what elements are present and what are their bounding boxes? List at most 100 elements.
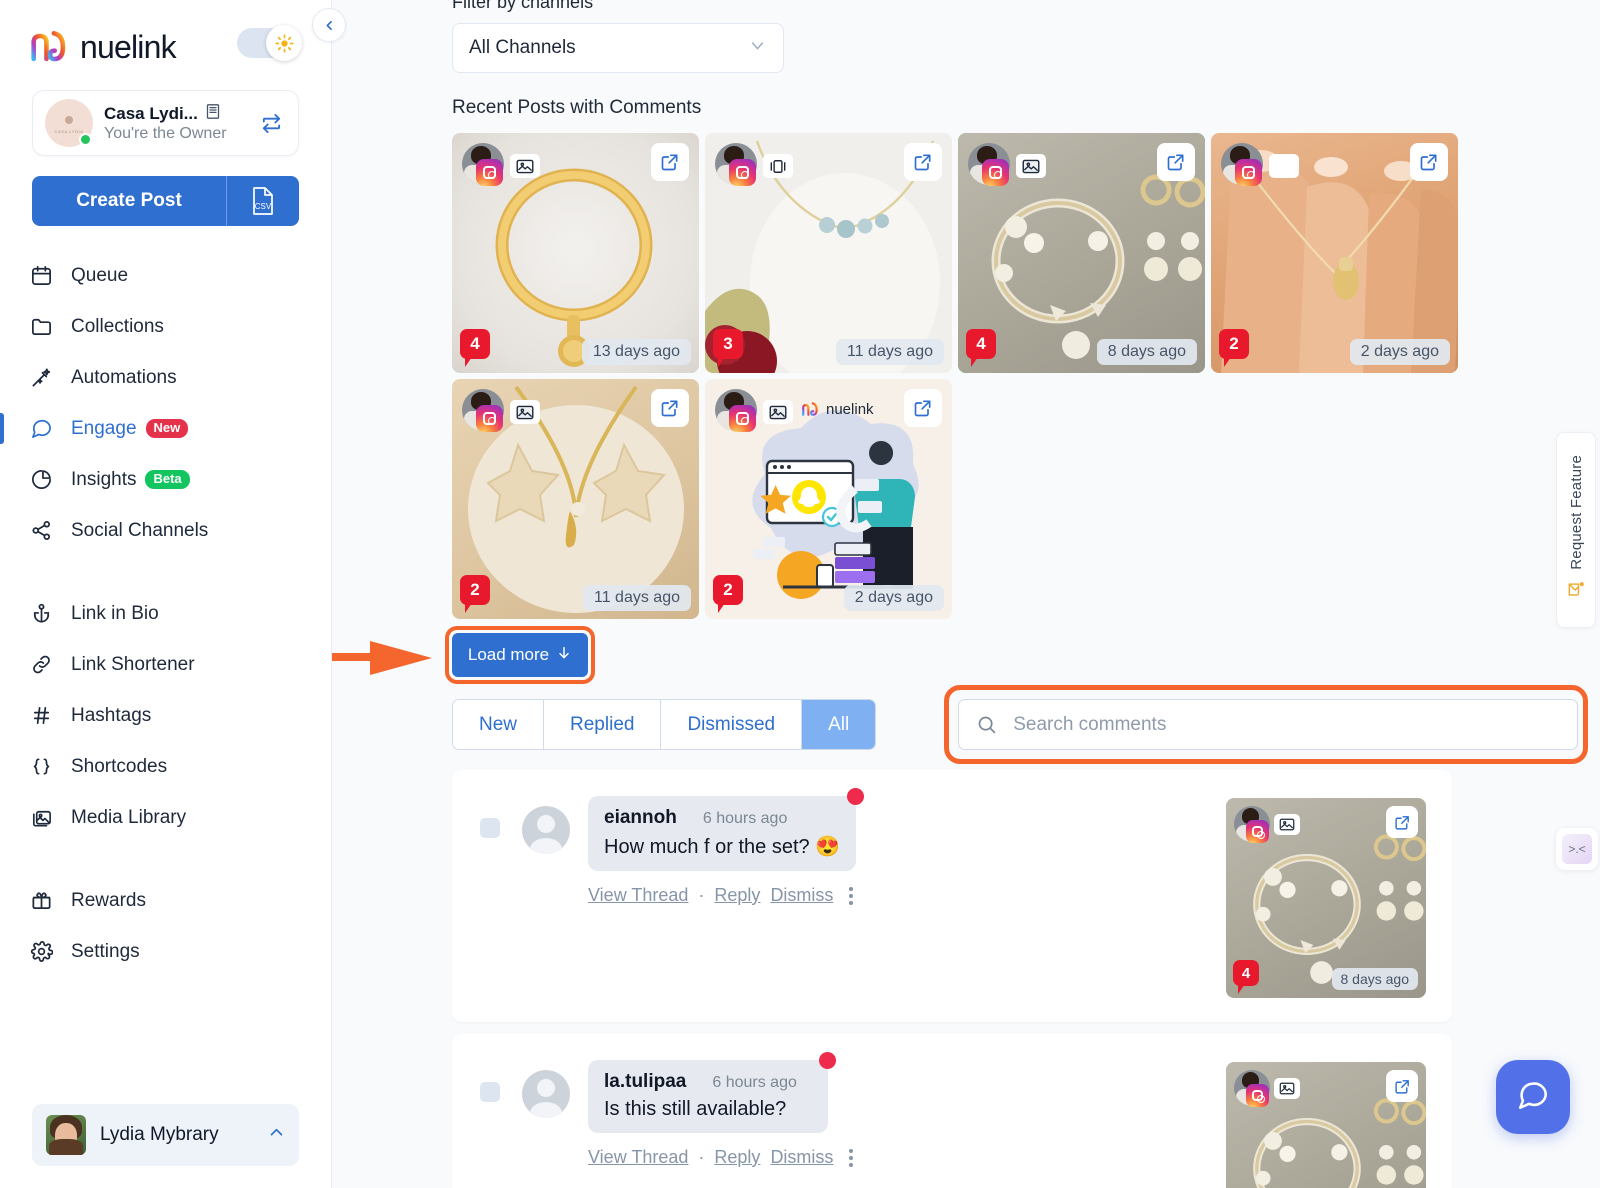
image-icon — [510, 154, 540, 178]
comment-bubble: la.tulipaa 6 hours ago Is this still ava… — [588, 1052, 836, 1133]
page-title: Recent Posts with Comments — [452, 97, 702, 118]
comment-post-thumbnail[interactable] — [1226, 1062, 1426, 1188]
channel-filter-select[interactable]: All Channels — [452, 23, 784, 73]
tab-replied[interactable]: Replied — [544, 700, 662, 749]
user-profile-menu[interactable]: Lydia Mybrary — [32, 1104, 299, 1166]
sidebar-item-insights[interactable]: Insights Beta — [0, 454, 331, 505]
nuelink-logo-icon — [30, 29, 74, 65]
sidebar-item-shortcodes[interactable]: Shortcodes — [0, 741, 331, 792]
comment-post-thumbnail[interactable]: 4 8 days ago — [1226, 798, 1426, 998]
tab-all[interactable]: All — [802, 700, 876, 749]
unread-indicator — [819, 1052, 836, 1069]
workspace-switcher[interactable]: CASA LYDIA Casa Lydi... You're the Owner — [32, 90, 299, 156]
theme-toggle[interactable] — [237, 25, 302, 61]
instagram-icon — [1246, 820, 1269, 843]
comment-count-badge: 4 — [966, 329, 996, 367]
tab-dismissed[interactable]: Dismissed — [661, 700, 803, 749]
open-post-icon[interactable] — [904, 389, 942, 427]
instagram-icon — [729, 405, 756, 432]
search-comments-box[interactable] — [958, 699, 1579, 750]
action-separator: · — [698, 885, 705, 905]
post-timestamp: 11 days ago — [836, 339, 944, 365]
open-post-icon[interactable] — [1386, 1070, 1418, 1102]
comment-count-badge: 2 — [713, 575, 743, 613]
post-card[interactable]: 2 2 days ago — [1211, 133, 1458, 373]
nuelink-watermark: nuelink — [801, 401, 874, 418]
instagram-icon — [1246, 1084, 1269, 1107]
carousel-icon — [1269, 154, 1299, 178]
sidebar-item-label: Shortcodes — [71, 755, 168, 777]
open-post-icon[interactable] — [1410, 143, 1448, 181]
workspace-name: Casa Lydi... — [104, 104, 198, 123]
image-icon — [510, 400, 540, 424]
reply-link[interactable]: Reply — [714, 1147, 760, 1168]
sidebar-item-engage[interactable]: Engage New — [0, 403, 331, 454]
sidebar-item-queue[interactable]: Queue — [0, 250, 331, 301]
open-post-icon[interactable] — [1157, 143, 1195, 181]
open-post-icon[interactable] — [1386, 806, 1418, 838]
annotation-arrow — [332, 639, 440, 682]
csv-import-icon[interactable]: CSV — [227, 186, 299, 216]
request-feature-tab[interactable]: Request Feature — [1556, 432, 1596, 628]
nav-divider — [0, 556, 331, 588]
sidebar-collapse-button[interactable] — [312, 8, 346, 42]
comment-row: la.tulipaa 6 hours ago Is this still ava… — [452, 1034, 1452, 1188]
image-icon — [763, 400, 793, 424]
post-card[interactable]: 4 13 days ago — [452, 133, 699, 373]
comment-select-checkbox[interactable] — [480, 818, 500, 838]
online-status-dot — [79, 133, 92, 146]
sidebar-item-social-channels[interactable]: Social Channels — [0, 505, 331, 556]
chevron-down-icon — [748, 36, 767, 60]
dismiss-link[interactable]: Dismiss — [770, 1147, 833, 1168]
sidebar-item-media-library[interactable]: Media Library — [0, 792, 331, 843]
sidebar-item-rewards[interactable]: Rewards — [0, 875, 331, 926]
folder-icon — [30, 315, 60, 338]
building-icon — [205, 103, 221, 125]
sidebar-item-label: Engage — [71, 417, 137, 439]
comment-status-tabs: New Replied Dismissed All — [452, 699, 877, 750]
main-content: Filter by channels All Channels Recent P… — [332, 0, 1600, 1188]
open-post-icon[interactable] — [651, 143, 689, 181]
instagram-icon — [1235, 159, 1262, 186]
create-post-button[interactable]: Create Post CSV — [32, 176, 299, 226]
feedback-icon — [1566, 580, 1586, 605]
sidebar-item-collections[interactable]: Collections — [0, 301, 331, 352]
load-more-button[interactable]: Load more — [452, 633, 588, 677]
sidebar-item-label: Social Channels — [71, 519, 209, 541]
sidebar-item-label: Link in Bio — [71, 602, 159, 624]
comment-text: How much f or the set? 😍 — [604, 836, 841, 858]
sidebar-item-link-shortener[interactable]: Link Shortener — [0, 639, 331, 690]
share-icon — [30, 519, 60, 542]
commenter-username: la.tulipaa — [604, 1071, 687, 1092]
reply-link[interactable]: Reply — [714, 885, 760, 906]
post-card[interactable]: 3 11 days ago — [705, 133, 952, 373]
comment-select-checkbox[interactable] — [480, 1082, 500, 1102]
sidebar-item-automations[interactable]: Automations — [0, 352, 331, 403]
pie-chart-icon — [30, 468, 60, 491]
view-thread-link[interactable]: View Thread — [588, 1147, 688, 1168]
open-post-icon[interactable] — [904, 143, 942, 181]
sidebar-item-label: Automations — [71, 366, 177, 388]
view-thread-link[interactable]: View Thread — [588, 885, 688, 906]
sidebar-item-settings[interactable]: Settings — [0, 926, 331, 977]
post-card[interactable]: 2 11 days ago — [452, 379, 699, 619]
instagram-icon — [982, 159, 1009, 186]
sidebar-item-link-in-bio[interactable]: Link in Bio — [0, 588, 331, 639]
switch-workspace-icon[interactable] — [260, 112, 286, 135]
help-chat-button[interactable] — [1496, 1060, 1570, 1134]
tab-new[interactable]: New — [453, 700, 545, 749]
search-input[interactable] — [1013, 700, 1578, 749]
sidebar-item-label: Collections — [71, 315, 164, 337]
more-options-icon[interactable] — [849, 886, 854, 905]
post-card-selected[interactable]: 4 8 days ago — [958, 133, 1205, 373]
post-card[interactable]: nuelink 2 2 days ago — [705, 379, 952, 619]
sidebar-item-hashtags[interactable]: Hashtags — [0, 690, 331, 741]
comment-count-badge: 2 — [460, 575, 490, 613]
more-options-icon[interactable] — [849, 1148, 854, 1167]
emoji-widget[interactable]: >.< — [1556, 828, 1598, 870]
open-post-icon[interactable] — [651, 389, 689, 427]
avatar — [46, 1115, 86, 1155]
dismiss-link[interactable]: Dismiss — [770, 885, 833, 906]
hash-icon — [30, 704, 60, 727]
carousel-icon — [763, 154, 793, 178]
